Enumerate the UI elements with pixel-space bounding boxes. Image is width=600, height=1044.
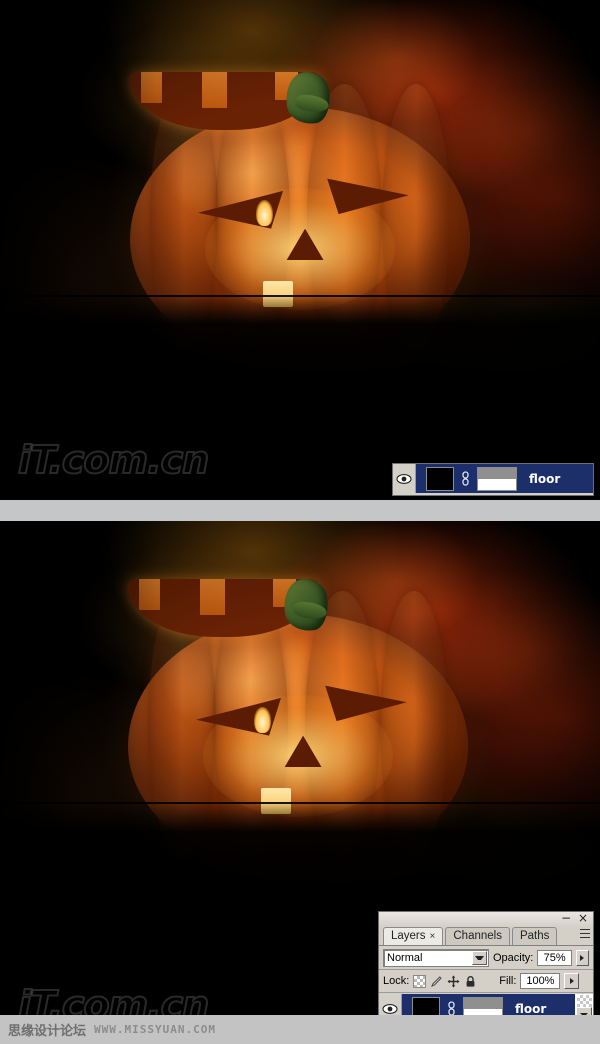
layer-mask-thumbnail[interactable] [477, 466, 517, 491]
lock-label: Lock: [383, 975, 410, 987]
opacity-input[interactable]: 75% [537, 950, 572, 966]
panel-tabs: Layers × Channels Paths [379, 927, 593, 946]
blend-opacity-row: Normal Opacity: 75% [379, 948, 593, 968]
tab-close-icon[interactable]: × [430, 931, 436, 942]
opacity-label: Opacity: [493, 952, 534, 964]
padlock-icon[interactable] [464, 975, 477, 988]
footer-site-name: 思缘设计论坛 [8, 1024, 87, 1039]
fill-label: Fill: [499, 975, 517, 987]
watermark: iT.com.cn [17, 437, 210, 483]
blend-mode-select[interactable]: Normal [383, 949, 489, 967]
divider [379, 992, 593, 993]
tab-layers[interactable]: Layers × [383, 927, 444, 945]
layers-panel-top[interactable]: floor [392, 463, 594, 496]
paintbrush-icon[interactable] [430, 975, 443, 988]
layers-panel-bottom[interactable]: − × Layers × Channels Paths Normal Opacit… [378, 911, 594, 1026]
tab-layers-label: Layers [391, 930, 426, 942]
fill-input[interactable]: 100% [520, 973, 561, 989]
layer-visibility-toggle[interactable] [393, 464, 416, 493]
screenshot-root: iT.com.cn floor iT.com.cn − × Layers × C… [0, 0, 600, 1044]
minimize-button[interactable]: − [561, 912, 571, 924]
top-artwork-scene: iT.com.cn [0, 0, 600, 500]
chevron-down-icon[interactable] [472, 951, 487, 965]
opacity-slider-button[interactable] [575, 950, 589, 966]
transparency-checker-icon[interactable] [413, 974, 427, 988]
tab-channels-label: Channels [453, 930, 502, 942]
tab-paths[interactable]: Paths [511, 927, 558, 945]
panel-menu-icon[interactable] [574, 928, 590, 942]
fill-slider-button[interactable] [564, 973, 580, 989]
divider [379, 969, 593, 970]
tab-paths-label: Paths [519, 930, 550, 942]
layer-name: floor [529, 471, 561, 486]
close-button[interactable]: × [578, 912, 588, 924]
layer-thumbnail[interactable] [426, 466, 454, 491]
tab-channels[interactable]: Channels [445, 927, 510, 945]
layer-row[interactable]: floor [393, 464, 593, 493]
lock-fill-row: Lock: Fill: 100% [379, 971, 593, 991]
panel-titlebar: − × [379, 912, 593, 927]
site-footer: 思缘设计论坛 WWW.MISSYUAN.COM [0, 1015, 600, 1044]
watermark: iT.com.cn [17, 982, 210, 1015]
eye-icon [396, 473, 412, 484]
footer-site-url: WWW.MISSYUAN.COM [94, 1023, 216, 1036]
blend-mode-value: Normal [387, 952, 423, 964]
eye-icon [382, 1004, 398, 1014]
layer-name: floor [515, 1002, 547, 1016]
link-icon[interactable] [461, 470, 470, 487]
move-icon[interactable] [447, 975, 460, 988]
panel-separator-bar [0, 500, 600, 521]
